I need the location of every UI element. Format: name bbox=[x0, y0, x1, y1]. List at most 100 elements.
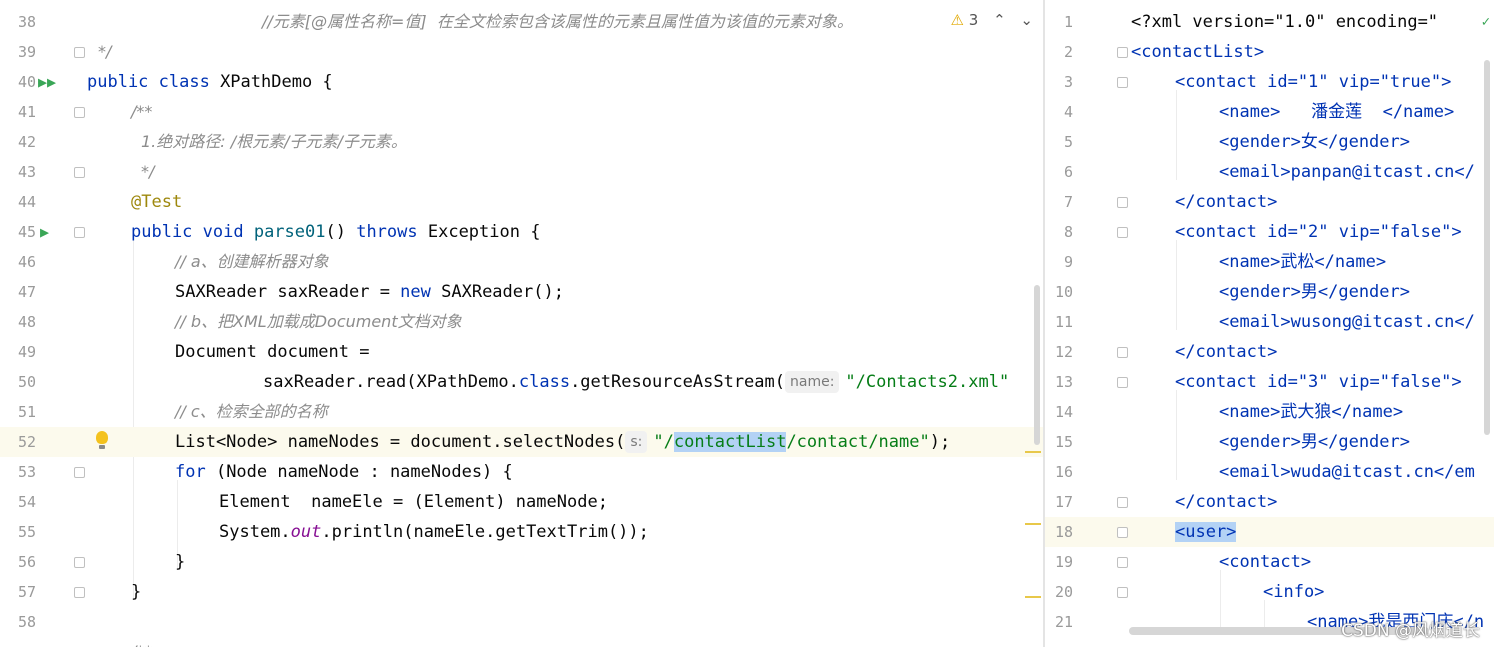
scroll-marker[interactable] bbox=[1025, 596, 1041, 598]
scroll-marker[interactable] bbox=[1025, 523, 1041, 525]
code-line[interactable]: 51 // c、检索全部的名称 bbox=[0, 397, 1043, 427]
code-line[interactable]: 50 saxReader.read(XPathDemo.class.getRes… bbox=[0, 367, 1043, 397]
xml-text: </contact> bbox=[1175, 492, 1278, 512]
vertical-scrollbar[interactable] bbox=[1034, 285, 1040, 445]
xml-line[interactable]: 12 </contact> bbox=[1045, 337, 1494, 367]
run-test-icon[interactable]: ▶ bbox=[40, 217, 49, 247]
code-line[interactable]: 54 Element nameEle = (Element) nameNode; bbox=[0, 487, 1043, 517]
check-icon[interactable]: ✓ bbox=[1482, 7, 1490, 37]
code-line[interactable]: 43 */ bbox=[0, 157, 1043, 187]
warning-count: 3 bbox=[968, 11, 979, 29]
code-line[interactable]: 57 } bbox=[0, 577, 1043, 607]
previous-highlight-icon[interactable]: ⌃ bbox=[993, 11, 1006, 29]
xml-line[interactable]: 17 </contact> bbox=[1045, 487, 1494, 517]
fold-icon[interactable] bbox=[1117, 527, 1128, 538]
xml-line[interactable]: 7 </contact> bbox=[1045, 187, 1494, 217]
xml-line[interactable]: 9 <name>武松</name> bbox=[1045, 247, 1494, 277]
line-number: 55 bbox=[17, 523, 36, 541]
java-editor-pane[interactable]: 38 //元素[@属性名称=值] 在全文检索包含该属性的元素且属性值为该值的元素… bbox=[0, 0, 1043, 647]
xml-line[interactable]: 11 <email>wusong@itcast.cn</ bbox=[1045, 307, 1494, 337]
line-number: 52 bbox=[17, 433, 36, 451]
xml-line[interactable]: 8 <contact id="2" vip="false"> bbox=[1045, 217, 1494, 247]
fold-icon[interactable] bbox=[1117, 377, 1128, 388]
code-line[interactable]: 46 // a、创建解析器对象 bbox=[0, 247, 1043, 277]
fold-icon[interactable] bbox=[74, 557, 85, 568]
fold-icon[interactable] bbox=[1117, 47, 1128, 58]
xml-line[interactable]: 20 <info> bbox=[1045, 577, 1494, 607]
code-text: 1.绝对路径: /根元素/子元素/子元素。 bbox=[141, 132, 407, 151]
line-number: 12 bbox=[1054, 343, 1073, 361]
line-number: 14 bbox=[1054, 403, 1073, 421]
line-number: 21 bbox=[1054, 613, 1073, 631]
xml-line[interactable]: 1 <?xml version="1.0" encoding=" ✓ bbox=[1045, 7, 1494, 37]
code-line[interactable]: 42 1.绝对路径: /根元素/子元素/子元素。 bbox=[0, 127, 1043, 157]
fold-icon[interactable] bbox=[74, 107, 85, 118]
inspection-widget[interactable]: ⚠ 3 ⌃ ⌄ bbox=[944, 0, 1033, 40]
parameter-hint: name: bbox=[785, 371, 840, 393]
code-line[interactable]: 45 ▶ public void parse01() throws Except… bbox=[0, 217, 1043, 247]
xml-line[interactable]: 19 <contact> bbox=[1045, 547, 1494, 577]
code-line[interactable]: 39 */ bbox=[0, 37, 1043, 67]
code-line[interactable]: 53 for (Node nameNode : nameNodes) { bbox=[0, 457, 1043, 487]
xml-line-current[interactable]: 18 <user> bbox=[1045, 517, 1494, 547]
line-number: 9 bbox=[1063, 253, 1073, 271]
line-number: 2 bbox=[1063, 43, 1073, 61]
fold-icon[interactable] bbox=[1117, 227, 1128, 238]
xml-text: <name>武松</name> bbox=[1219, 252, 1387, 272]
code-line[interactable]: 47 SAXReader saxReader = new SAXReader()… bbox=[0, 277, 1043, 307]
run-class-icon[interactable]: ▶▶ bbox=[38, 67, 56, 97]
fold-icon[interactable] bbox=[1117, 197, 1128, 208]
line-number: 4 bbox=[1063, 103, 1073, 121]
fold-icon[interactable] bbox=[1117, 587, 1128, 598]
line-number: 19 bbox=[1054, 553, 1073, 571]
fold-icon[interactable] bbox=[1117, 77, 1128, 88]
line-number: 3 bbox=[1063, 73, 1073, 91]
scroll-marker[interactable] bbox=[1025, 451, 1041, 453]
warning-icon[interactable]: ⚠ bbox=[951, 11, 964, 29]
code-line[interactable]: 49 Document document = bbox=[0, 337, 1043, 367]
xml-editor-pane[interactable]: 1 <?xml version="1.0" encoding=" ✓ 2 <co… bbox=[1045, 0, 1494, 647]
selected-text: <user> bbox=[1175, 522, 1237, 542]
xml-line[interactable]: 6 <email>panpan@itcast.cn</ bbox=[1045, 157, 1494, 187]
xml-text: <contact id="2" vip="false"> bbox=[1175, 222, 1462, 242]
fold-icon[interactable] bbox=[1117, 347, 1128, 358]
code-text: Element nameEle = (Element) nameNode; bbox=[219, 492, 608, 512]
xml-line[interactable]: 13 <contact id="3" vip="false"> bbox=[1045, 367, 1494, 397]
fold-icon[interactable] bbox=[74, 227, 85, 238]
code-line[interactable]: 40 ▶▶ public class XPathDemo { bbox=[0, 67, 1043, 97]
xml-text: <email>wusong@itcast.cn</ bbox=[1219, 312, 1475, 332]
fold-icon[interactable] bbox=[1117, 557, 1128, 568]
intention-bulb-icon[interactable] bbox=[96, 431, 108, 449]
fold-icon[interactable] bbox=[74, 467, 85, 478]
code-text: // b、把XML加载成Document文档对象 bbox=[175, 312, 462, 331]
xml-line[interactable]: 16 <email>wuda@itcast.cn</em bbox=[1045, 457, 1494, 487]
code-line[interactable]: 55 System.out.println(nameEle.getTextTri… bbox=[0, 517, 1043, 547]
xml-text: <?xml version="1.0" encoding=" bbox=[1131, 12, 1439, 32]
line-number: 45 bbox=[17, 223, 36, 241]
xml-line[interactable]: 2 <contactList> bbox=[1045, 37, 1494, 67]
xml-line[interactable]: 15 <gender>男</gender> bbox=[1045, 427, 1494, 457]
fold-icon[interactable] bbox=[74, 167, 85, 178]
xml-line[interactable]: 3 <contact id="1" vip="true"> bbox=[1045, 67, 1494, 97]
fold-icon[interactable] bbox=[74, 47, 85, 58]
code-line[interactable]: 41 /** bbox=[0, 97, 1043, 127]
code-text: } bbox=[131, 582, 142, 602]
fold-icon[interactable] bbox=[1117, 497, 1128, 508]
code-line[interactable]: /** bbox=[0, 637, 1043, 647]
xml-line[interactable]: 10 <gender>男</gender> bbox=[1045, 277, 1494, 307]
code-line[interactable]: 48 // b、把XML加载成Document文档对象 bbox=[0, 307, 1043, 337]
code-line[interactable]: 58 bbox=[0, 607, 1043, 637]
next-highlight-icon[interactable]: ⌄ bbox=[1020, 11, 1033, 29]
fold-icon[interactable] bbox=[74, 587, 85, 598]
xml-line[interactable]: 14 <name>武大狼</name> bbox=[1045, 397, 1494, 427]
xml-line[interactable]: 5 <gender>女</gender> bbox=[1045, 127, 1494, 157]
code-line[interactable]: 44 @Test bbox=[0, 187, 1043, 217]
parameter-hint: s: bbox=[625, 431, 648, 453]
xml-line[interactable]: 4 <name> 潘金莲 </name> bbox=[1045, 97, 1494, 127]
code-line[interactable]: 56 } bbox=[0, 547, 1043, 577]
vertical-scrollbar[interactable] bbox=[1484, 60, 1490, 435]
code-text: /** bbox=[131, 637, 152, 647]
code-line-current[interactable]: 52 List<Node> nameNodes = document.selec… bbox=[0, 427, 1043, 457]
code-line[interactable]: 38 //元素[@属性名称=值] 在全文检索包含该属性的元素且属性值为该值的元素… bbox=[0, 7, 1043, 37]
xml-text: <contactList> bbox=[1131, 42, 1265, 62]
